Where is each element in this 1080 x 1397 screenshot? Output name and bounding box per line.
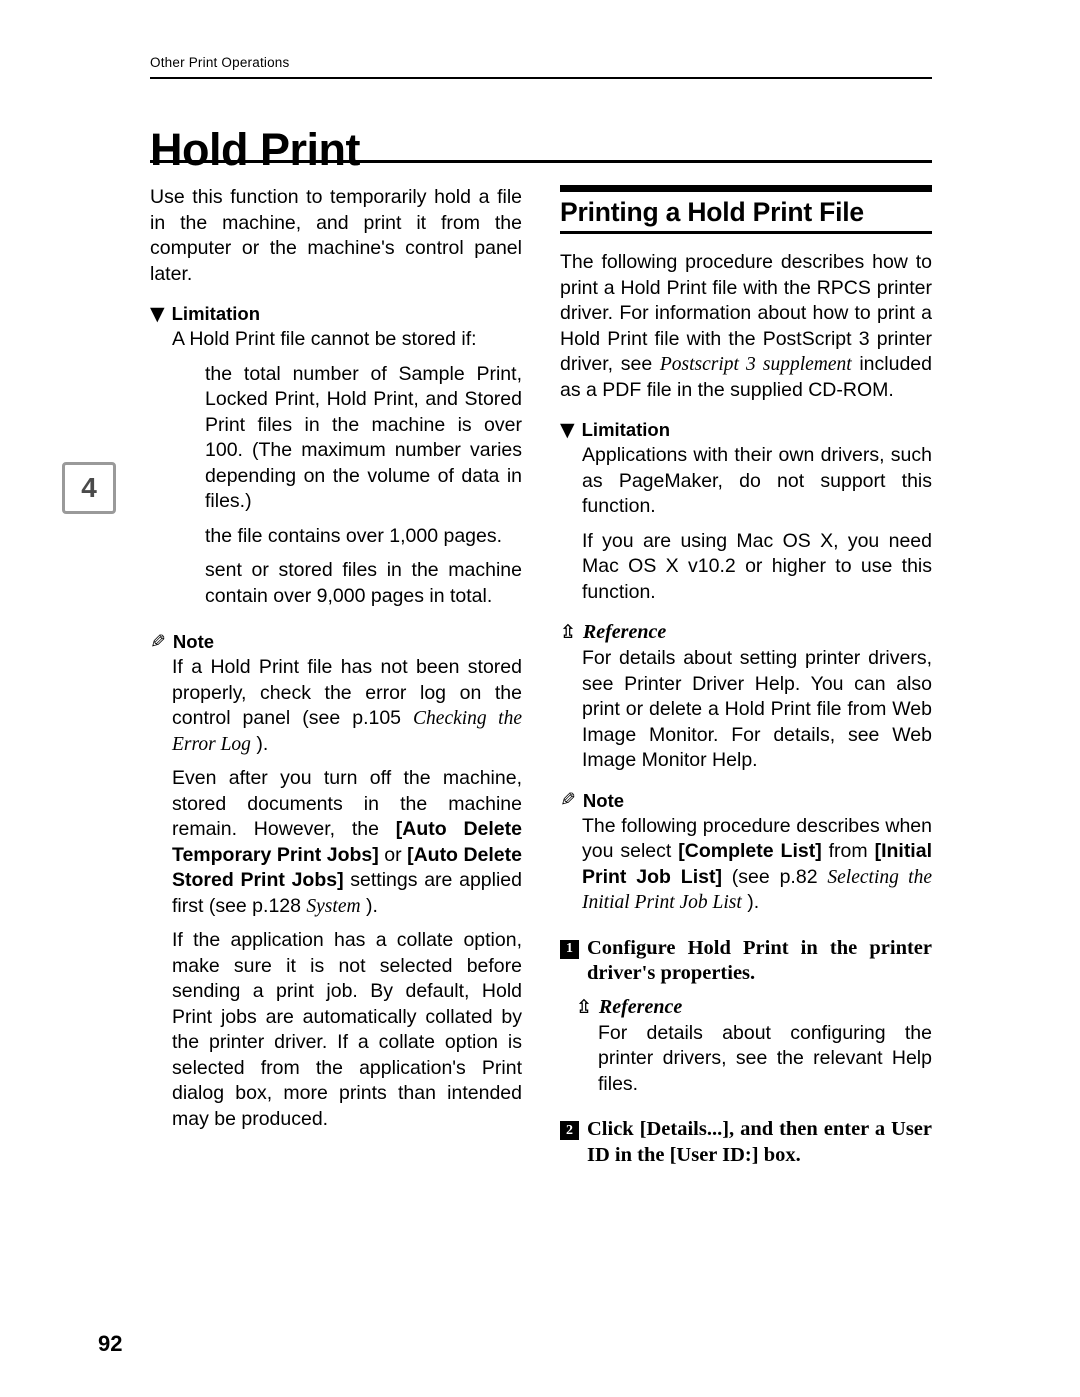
step-text: Configure Hold Print in the printer driv…: [587, 936, 932, 985]
note-label: Note: [172, 631, 215, 652]
note-callout-left: ✎ Note: [150, 631, 522, 653]
step-1: 1 Configure Hold Print in the printer dr…: [560, 936, 932, 987]
page-number: 92: [98, 1331, 123, 1356]
title-rule: [150, 160, 932, 163]
reference-icon: ⇫: [560, 621, 576, 643]
note-item-1: If a Hold Print file has not been stored…: [172, 655, 522, 757]
page-title: Hold Print: [150, 124, 360, 176]
reference-label: Reference: [582, 621, 667, 643]
step-number: 1: [560, 939, 579, 959]
header-rule: [150, 77, 932, 79]
limitation-item: Applications with their own drivers, suc…: [582, 444, 932, 517]
limitation-label: Limitation: [581, 419, 671, 440]
limitation-item: If you are using Mac OS X, you need Mac …: [582, 529, 932, 603]
step-2: 2 Click [Details...], and then enter a U…: [560, 1117, 932, 1168]
running-header: Other Print Operations: [150, 55, 290, 70]
limitation-callout-right: ▼ Limitation: [560, 419, 932, 441]
step-2-bold-2: [User ID:]: [669, 1143, 759, 1166]
step-text: Click [Details...], and then enter a Use…: [587, 1117, 932, 1168]
reference-label: Reference: [598, 995, 683, 1018]
note-icon: ✎: [560, 789, 576, 811]
step-number: 2: [560, 1121, 579, 1140]
document-page: Other Print Operations Hold Print 4 Use …: [0, 0, 1080, 1397]
limitation-item: sent or stored files in the machine cont…: [205, 559, 522, 607]
limitation-intro: A Hold Print file cannot be stored if:: [172, 328, 477, 350]
note-item-3: If the application has a collate option,…: [172, 929, 522, 1130]
note-2-mid: or: [378, 843, 408, 866]
note-icon: ✎: [150, 630, 166, 653]
note-2-tail: ).: [360, 894, 378, 917]
intro-paragraph: Use this function to temporarily hold a …: [150, 186, 522, 285]
section-rule-top: [560, 185, 932, 192]
right-column: Printing a Hold Print File The following…: [560, 185, 932, 1168]
section-title: Printing a Hold Print File: [560, 197, 864, 227]
note-tail: ).: [741, 891, 760, 913]
limitation-icon: ▼: [560, 418, 575, 441]
step-2-bold-1: [Details...]: [639, 1118, 730, 1140]
note-1-post: ).: [250, 732, 269, 755]
note-post: (see p.82: [721, 865, 828, 888]
limitation-callout-left: ▼ Limitation: [150, 303, 522, 325]
note-item-2: Even after you turn off the machine, sto…: [172, 766, 522, 919]
reference-text: For details about setting printer driver…: [582, 647, 932, 771]
reference-callout: ⇫ Reference: [560, 621, 932, 644]
reference-icon: ⇫: [576, 995, 592, 1018]
limitation-item: the total number of Sample Print, Locked…: [205, 362, 522, 513]
section-intro: The following procedure describes how to…: [560, 250, 932, 403]
note-bold-1: [Complete List]: [678, 840, 822, 862]
note-label: Note: [582, 789, 625, 811]
limitation-icon: ▼: [150, 302, 165, 325]
step1-reference-text: For details about configuring the printe…: [598, 1021, 932, 1095]
step-2-post: box.: [758, 1143, 801, 1166]
limitation-label: Limitation: [171, 303, 261, 324]
note-mid: from: [821, 840, 875, 862]
note-2-italic: System: [306, 895, 361, 917]
note-item: The following procedure describes when y…: [582, 814, 932, 916]
section-intro-italic: Postscript 3 supplement: [659, 354, 852, 375]
chapter-tab: 4: [62, 462, 116, 514]
step1-reference-callout: ⇫ Reference: [576, 996, 932, 1019]
limitation-item: the file contains over 1,000 pages.: [205, 524, 503, 547]
left-column: Use this function to temporarily hold a …: [150, 185, 522, 1132]
note-callout-right: ✎ Note: [560, 789, 932, 812]
step-2-pre: Click: [587, 1118, 640, 1140]
